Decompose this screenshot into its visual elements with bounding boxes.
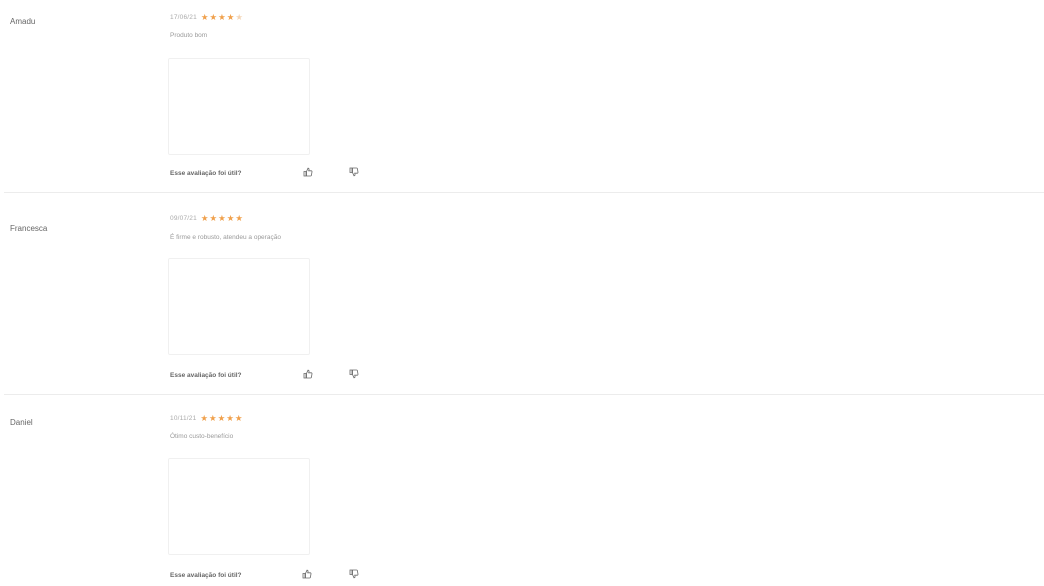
star-icon: ★ [217,413,226,423]
star-icon: ★ [209,12,218,22]
helpful-prompt: Esse avaliação foi útil? [170,572,242,579]
helpful-prompt: Esse avaliação foi útil? [170,170,242,177]
thumb-down-icon[interactable] [349,167,359,177]
star-icon: ★ [234,413,243,423]
star-icon: ★ [235,213,244,223]
star-icon: ★ [200,413,209,423]
helpful-row: Esse avaliação foi útil? [170,372,242,379]
review-date: 09/07/21 [170,215,197,222]
review-comment: Produto bom [170,32,208,39]
review-photo[interactable] [168,458,310,555]
review-meta: 09/07/21 ★ ★ ★ ★ ★ [170,214,243,223]
helpful-prompt: Esse avaliação foi útil? [170,372,242,379]
star-icon: ★ [226,413,234,423]
rating-stars: ★ ★ ★ ★ ★ [201,13,243,22]
thumb-up-icon[interactable] [302,569,312,579]
star-icon: ★ [200,213,209,223]
review-author: Daniel [10,418,33,427]
star-icon: ★ [209,413,217,423]
thumb-down-icon[interactable] [349,369,359,379]
thumb-up-icon[interactable] [303,167,313,177]
star-icon: ★ [226,12,235,22]
review-comment: É firme e robusto, atendeu a operação [170,234,281,241]
review-author: Amadu [10,17,36,26]
star-icon: ★ [218,213,226,223]
review-date: 17/06/21 [170,14,197,21]
review-date: 10/11/21 [170,415,197,422]
star-icon: ★ [209,213,218,223]
review-meta: 10/11/21 ★ ★ ★ ★ ★ [170,414,243,423]
thumb-up-icon[interactable] [303,369,313,379]
divider [4,192,1044,193]
rating-stars: ★ ★ ★ ★ ★ [201,214,243,223]
thumb-down-icon[interactable] [349,569,359,579]
review-author: Francesca [10,224,48,233]
star-icon: ★ [218,12,226,22]
review-comment: Ótimo custo-benefício [170,433,234,440]
divider [4,394,1044,395]
star-empty-icon: ★ [235,12,244,22]
helpful-row: Esse avaliação foi útil? [170,170,242,177]
review-photo[interactable] [168,58,310,155]
helpful-row: Esse avaliação foi útil? [170,572,242,579]
review-photo[interactable] [168,258,310,355]
review-meta: 17/06/21 ★ ★ ★ ★ ★ [170,13,243,22]
star-icon: ★ [226,213,235,223]
rating-stars: ★ ★ ★ ★ ★ [200,414,242,423]
star-icon: ★ [200,12,209,22]
